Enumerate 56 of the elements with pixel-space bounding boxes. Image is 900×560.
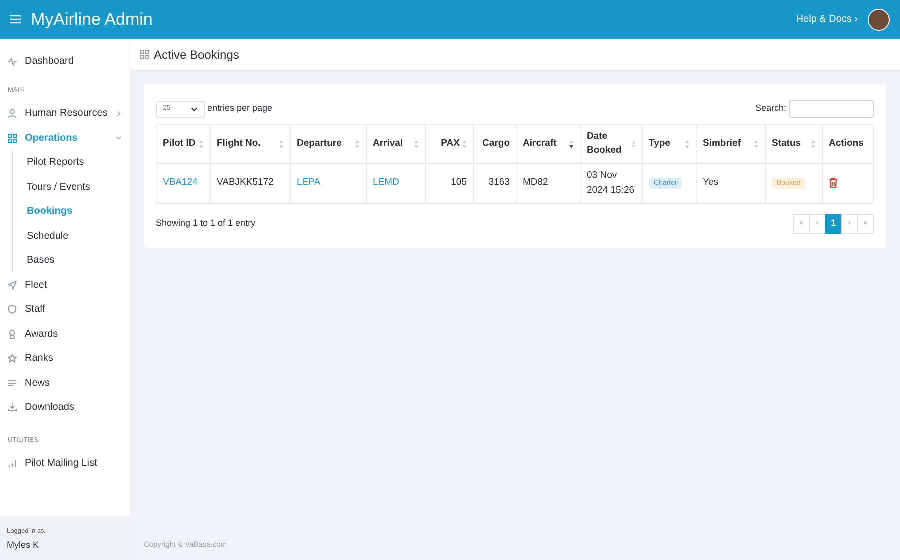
page-title: Active Bookings bbox=[154, 46, 240, 64]
table-cell: 03 Nov 2024 15:26 bbox=[580, 164, 642, 204]
sidebar-item[interactable]: Awards bbox=[0, 322, 130, 346]
grid-icon bbox=[8, 134, 17, 142]
sort-icon[interactable] bbox=[569, 140, 574, 148]
sidebar-item[interactable]: Pilot Mailing List bbox=[0, 452, 130, 476]
sidebar-item[interactable]: Staff bbox=[0, 297, 130, 322]
menu-icon[interactable] bbox=[10, 15, 21, 24]
column-header[interactable]: Simbrief bbox=[696, 124, 766, 164]
avatar[interactable] bbox=[868, 8, 890, 30]
sidebar-subitem[interactable]: Pilot Reports bbox=[13, 150, 130, 175]
search-field[interactable] bbox=[789, 100, 874, 118]
pulse-icon bbox=[8, 56, 17, 66]
search-label: Search: bbox=[755, 102, 786, 116]
chevron-icon[interactable] bbox=[116, 110, 122, 118]
shield-icon bbox=[8, 305, 17, 314]
sidebar-item[interactable]: Ranks bbox=[0, 346, 130, 371]
column-header[interactable]: Aircraft bbox=[516, 124, 580, 164]
sidebar-item[interactable]: Downloads bbox=[0, 395, 130, 420]
sidebar-item[interactable]: Fleet bbox=[0, 272, 130, 298]
sidebar-item[interactable]: Dashboard bbox=[0, 49, 130, 74]
column-header[interactable]: Date Booked bbox=[580, 124, 642, 164]
chevron-icon bbox=[191, 106, 198, 112]
table-cell: 3163 bbox=[474, 164, 516, 204]
column-header[interactable]: Status bbox=[766, 124, 822, 164]
column-header[interactable]: Type bbox=[642, 124, 696, 164]
person-icon bbox=[8, 109, 17, 118]
user-name: Myles K bbox=[7, 539, 40, 552]
paper-plane-icon bbox=[8, 280, 17, 290]
column-header: Actions bbox=[822, 124, 874, 164]
table-cell: MD82 bbox=[516, 164, 580, 204]
table-cell: VABJKK5172 bbox=[210, 164, 290, 204]
lines-icon bbox=[8, 378, 17, 388]
sidebar-item[interactable]: Human Resources bbox=[0, 101, 130, 126]
trash-icon[interactable] bbox=[829, 178, 838, 188]
column-header[interactable]: Departure bbox=[290, 124, 366, 164]
sidebar-subitem[interactable]: Tours / Events bbox=[13, 174, 130, 200]
chevron-icon[interactable] bbox=[116, 134, 122, 142]
column-header[interactable]: Arrival bbox=[366, 124, 426, 164]
app-title: MyAirline Admin bbox=[31, 8, 153, 31]
download-icon bbox=[8, 403, 17, 412]
sidebar-subitem[interactable]: Bases bbox=[13, 248, 130, 273]
column-header[interactable]: PAX bbox=[426, 124, 474, 164]
award-icon bbox=[8, 330, 17, 338]
table-cell: Yes bbox=[696, 164, 766, 204]
star-icon bbox=[8, 354, 17, 363]
column-header[interactable]: Pilot ID bbox=[156, 124, 210, 164]
table-summary: Showing 1 to 1 of 1 entry bbox=[156, 217, 257, 230]
table-cell: 105 bbox=[426, 164, 474, 204]
bars-icon bbox=[8, 459, 17, 468]
column-header[interactable]: Flight No. bbox=[210, 124, 290, 164]
grid-icon bbox=[140, 50, 149, 59]
sidebar-item[interactable]: News bbox=[0, 370, 130, 396]
column-header: Cargo bbox=[474, 124, 516, 164]
sidebar-subitem[interactable]: Schedule bbox=[13, 224, 130, 248]
entries-label: entries per page bbox=[208, 102, 273, 116]
